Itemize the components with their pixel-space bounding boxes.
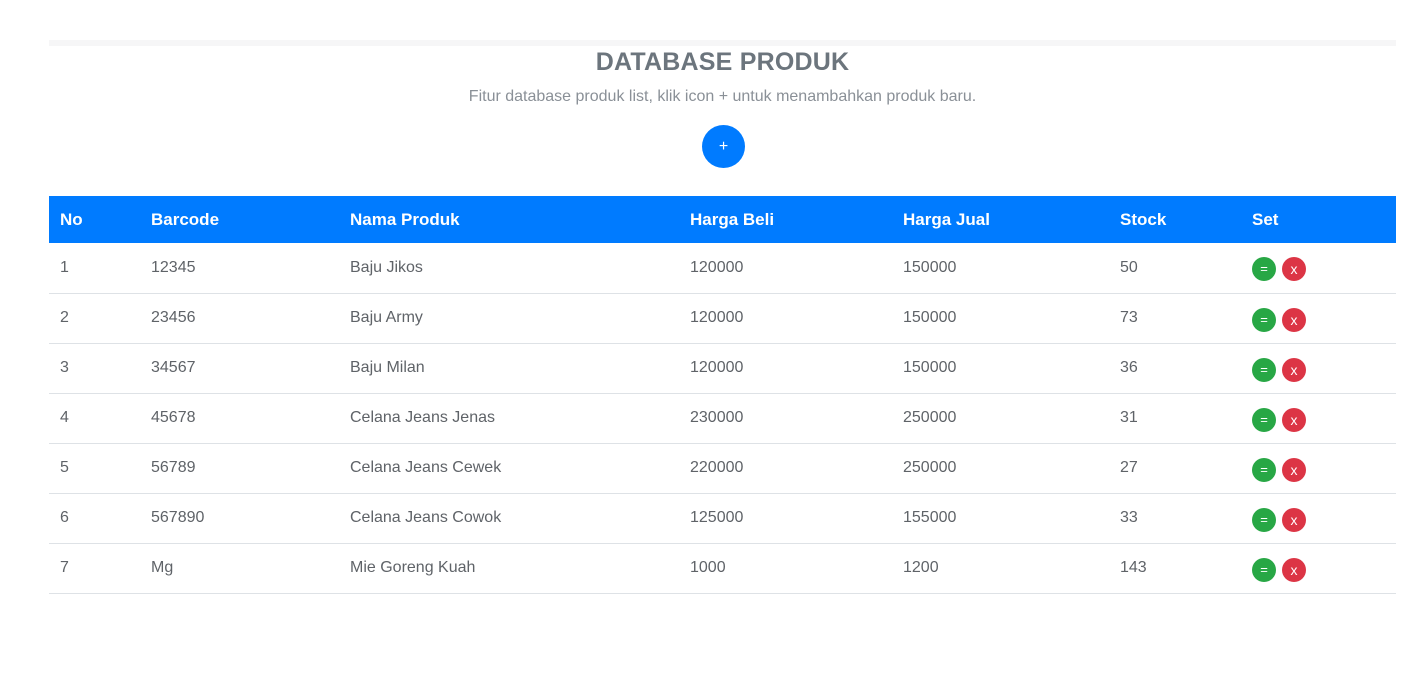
cell-set: = x [1241, 393, 1396, 443]
delete-button[interactable]: x [1282, 457, 1306, 482]
edit-button[interactable]: = [1252, 307, 1276, 332]
delete-button[interactable]: x [1282, 307, 1306, 332]
cell-nama-produk: Celana Jeans Jenas [350, 409, 495, 426]
cell-harga-jual: 150000 [903, 309, 957, 326]
cell-harga-beli: 120000 [690, 309, 744, 326]
edit-button[interactable]: = [1252, 507, 1276, 532]
column-header-stock: Stock [1120, 209, 1167, 229]
table-header-row: No Barcode Nama Produk Harga Beli Harga … [49, 196, 1396, 243]
cell-barcode: 567890 [151, 509, 205, 526]
column-header-harga-beli: Harga Beli [690, 209, 775, 229]
cell-harga-beli: 120000 [690, 258, 744, 276]
header-section: DATABASE PRODUK Fitur database produk li… [49, 40, 1396, 196]
cell-nama-produk: Mie Goreng Kuah [350, 559, 476, 576]
cell-stock: 143 [1120, 559, 1147, 576]
cell-no: 4 [60, 409, 69, 426]
edit-button[interactable]: = [1252, 257, 1276, 282]
edit-button[interactable]: = [1252, 557, 1276, 582]
cell-harga-jual: 155000 [903, 509, 957, 526]
cell-stock: 31 [1120, 409, 1138, 426]
cell-barcode: Mg [151, 559, 174, 576]
cell-harga-beli: 230000 [690, 409, 744, 426]
cell-stock: 36 [1120, 359, 1138, 376]
cell-nama-produk: Celana Jeans Cewek [350, 459, 502, 476]
cell-set: = x [1241, 243, 1396, 293]
cell-stock: 50 [1120, 258, 1138, 276]
add-product-button[interactable]: + [702, 125, 745, 168]
table-row: 2 23456 Baju Army 120000 150000 73 = x [49, 293, 1396, 343]
cell-barcode: 56789 [151, 459, 196, 476]
edit-button[interactable]: = [1252, 357, 1276, 382]
cell-barcode: 45678 [151, 409, 196, 426]
cell-harga-jual: 250000 [903, 409, 957, 426]
page-title: DATABASE PRODUK [595, 48, 850, 76]
cell-nama-produk: Baju Army [350, 309, 423, 326]
table-row: 6 567890 Celana Jeans Cowok 125000 15500… [49, 493, 1396, 543]
cell-stock: 73 [1120, 309, 1138, 326]
cell-no: 6 [60, 509, 69, 526]
page: DATABASE PRODUK Fitur database produk li… [0, 0, 1424, 692]
table-row: 3 34567 Baju Milan 120000 150000 36 = x [49, 343, 1396, 393]
cell-set: = x [1241, 343, 1396, 393]
cell-no: 3 [60, 359, 69, 376]
cell-nama-produk: Celana Jeans Cowok [350, 509, 502, 526]
cell-barcode: 34567 [151, 359, 196, 376]
delete-button[interactable]: x [1282, 357, 1306, 382]
cell-harga-beli: 120000 [690, 359, 744, 376]
edit-button[interactable]: = [1252, 457, 1276, 482]
cell-set: = x [1241, 493, 1396, 543]
cell-no: 7 [60, 559, 69, 576]
cell-no: 5 [60, 459, 69, 476]
cell-harga-jual: 250000 [903, 459, 957, 476]
cell-nama-produk: Baju Milan [350, 359, 425, 376]
cell-barcode: 23456 [151, 309, 196, 326]
column-header-harga-jual: Harga Jual [903, 209, 990, 229]
column-header-nama-produk: Nama Produk [350, 209, 460, 229]
cell-stock: 33 [1120, 509, 1138, 526]
delete-button[interactable]: x [1282, 407, 1306, 432]
delete-button[interactable]: x [1282, 557, 1306, 582]
cell-set: = x [1241, 293, 1396, 343]
page-subtitle: Fitur database produk list, klik icon + … [468, 88, 977, 105]
table-row: 4 45678 Celana Jeans Jenas 230000 250000… [49, 393, 1396, 443]
cell-set: = x [1241, 443, 1396, 493]
cell-harga-beli: 1000 [690, 559, 726, 576]
table-row: 7 Mg Mie Goreng Kuah 1000 1200 143 = x [49, 543, 1396, 593]
cell-harga-jual: 150000 [903, 359, 957, 376]
column-header-no: No [60, 209, 83, 229]
cell-barcode: 12345 [151, 258, 196, 276]
delete-button[interactable]: x [1282, 507, 1306, 532]
delete-button[interactable]: x [1282, 257, 1306, 282]
cell-no: 2 [60, 309, 69, 326]
cell-harga-jual: 1200 [903, 559, 939, 576]
cell-no: 1 [60, 258, 69, 276]
cell-nama-produk: Baju Jikos [350, 258, 423, 276]
cell-set: = x [1241, 543, 1396, 593]
table-row: 1 12345 Baju Jikos 120000 150000 50 = x [49, 243, 1396, 293]
cell-harga-beli: 220000 [690, 459, 744, 476]
column-header-set: Set [1252, 209, 1279, 229]
cell-stock: 27 [1120, 459, 1138, 476]
products-table: No Barcode Nama Produk Harga Beli Harga … [49, 196, 1396, 594]
cell-harga-jual: 150000 [903, 258, 957, 276]
column-header-barcode: Barcode [151, 209, 220, 229]
cell-harga-beli: 125000 [690, 509, 744, 526]
table-row: 5 56789 Celana Jeans Cewek 220000 250000… [49, 443, 1396, 493]
edit-button[interactable]: = [1252, 407, 1276, 432]
